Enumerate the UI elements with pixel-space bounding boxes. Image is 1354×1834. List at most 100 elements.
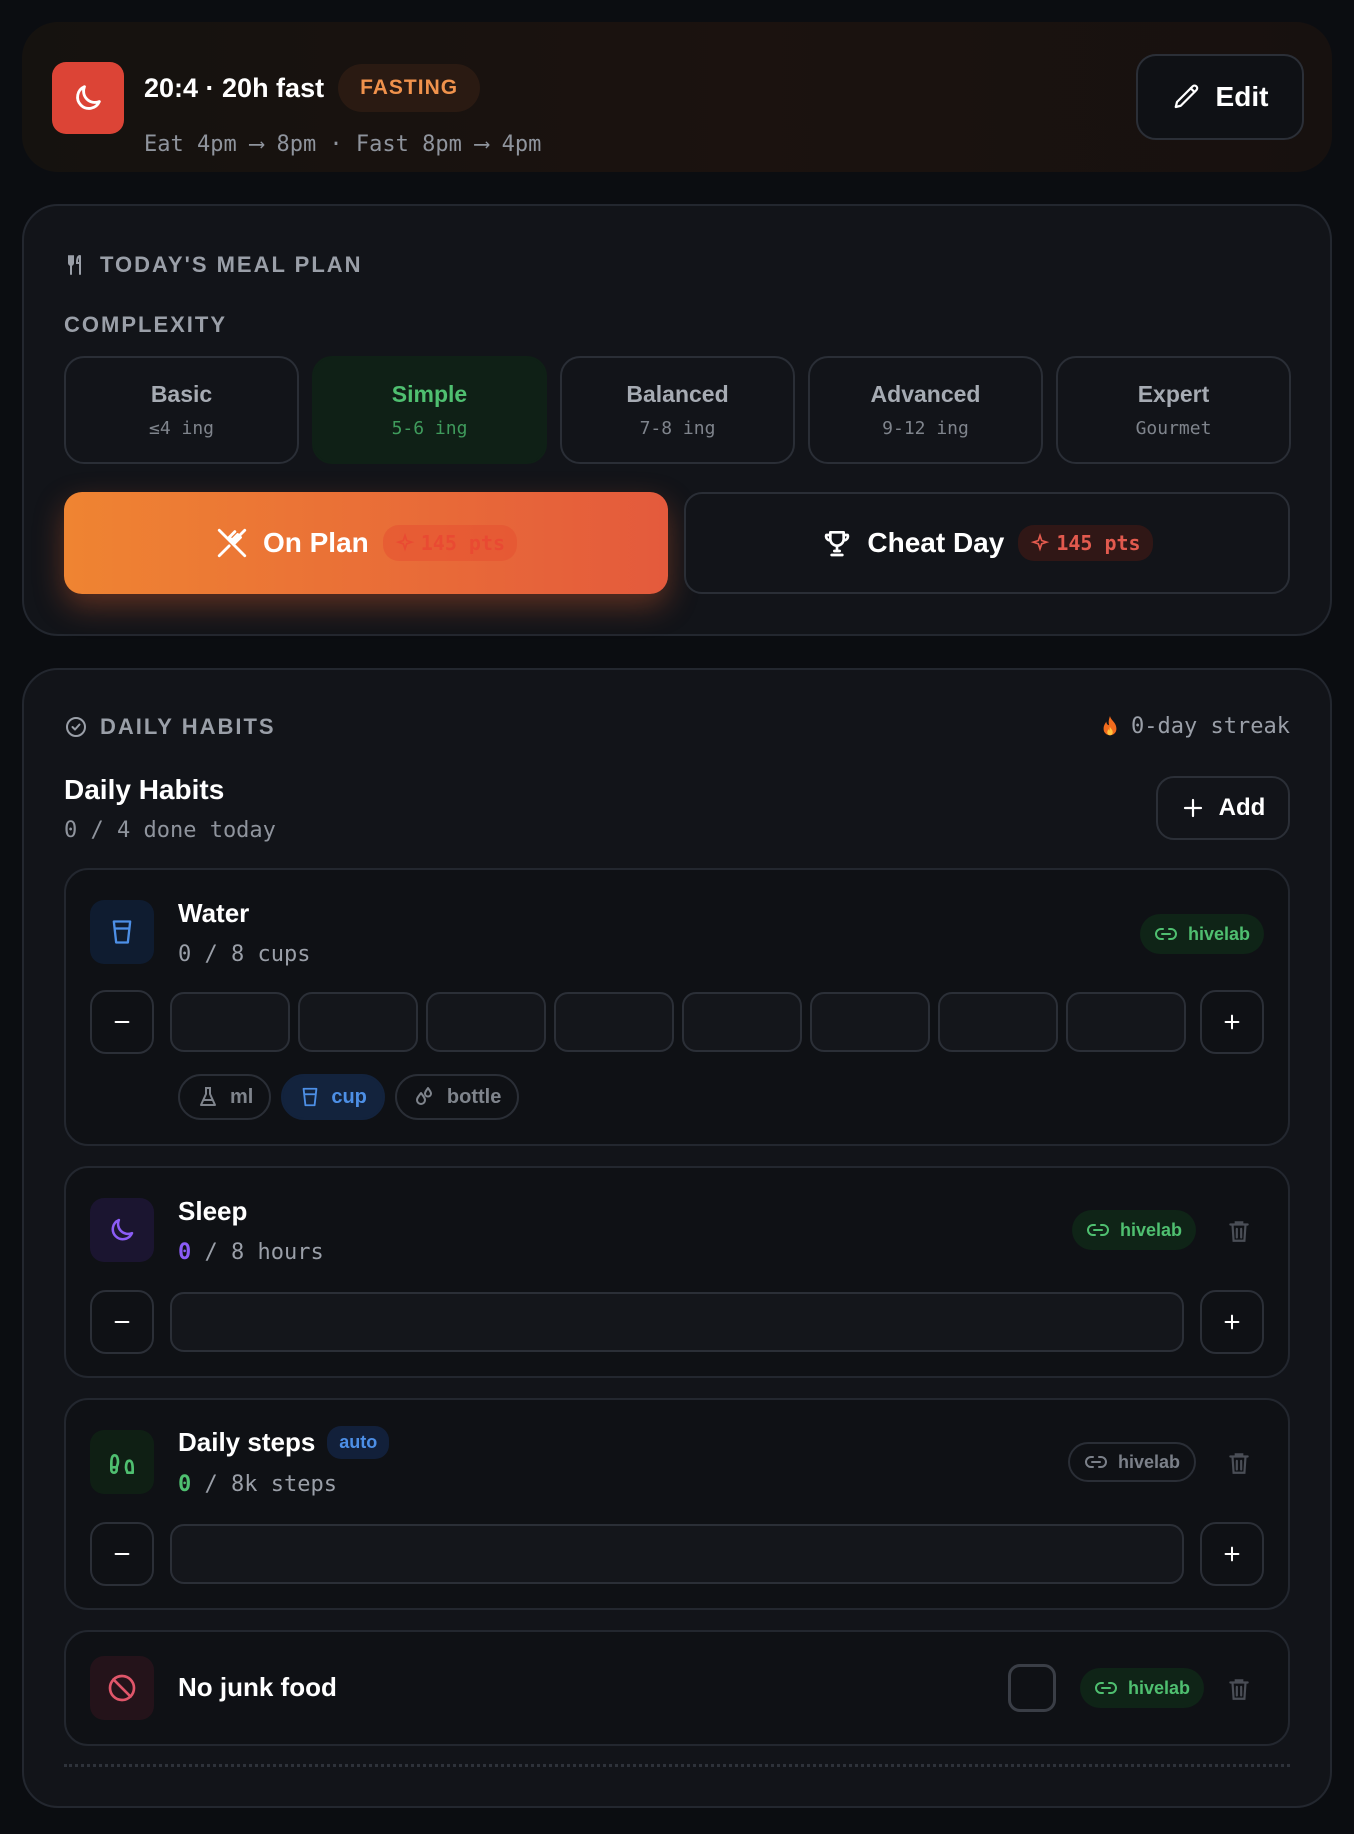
- water-icon-badge: [90, 900, 154, 964]
- hivelab-link[interactable]: hivelab: [1067, 1442, 1196, 1482]
- minus-icon: [114, 1320, 130, 1324]
- plus-icon: [1183, 798, 1202, 818]
- hivelab-label: hivelab: [1117, 1451, 1180, 1472]
- progress-value: 0: [178, 1240, 192, 1265]
- habits-section-label: DAILY HABITS: [100, 714, 276, 739]
- habit-name-row: Daily steps auto: [178, 1426, 390, 1459]
- plan-choice-row: On Plan 145 pts Cheat Day 145 pts: [64, 492, 1290, 594]
- minus-icon: [114, 1020, 130, 1024]
- streak-label: 0-day streak: [1131, 714, 1290, 739]
- habit-checkbox[interactable]: [1008, 1664, 1056, 1712]
- habit-progress: 0 / 8 cups: [178, 942, 311, 967]
- cup-slot[interactable]: [1066, 992, 1186, 1052]
- complexity-detail: ≤4 ing: [148, 418, 215, 439]
- cup-slot[interactable]: [682, 992, 802, 1052]
- sleep-progress-bar[interactable]: [170, 1292, 1184, 1352]
- unit-bottle[interactable]: bottle: [394, 1074, 520, 1120]
- steps-progress-bar[interactable]: [170, 1524, 1184, 1584]
- cup-slot[interactable]: [426, 992, 546, 1052]
- complexity-simple[interactable]: Simple 5-6 ing: [312, 356, 547, 464]
- complexity-balanced[interactable]: Balanced 7-8 ing: [560, 356, 795, 464]
- fasting-title-row: 20:4 · 20h fast FASTING: [144, 64, 481, 112]
- delete-button[interactable]: [1224, 1214, 1254, 1248]
- trash-icon: [1229, 1679, 1249, 1700]
- cheat-day-points: 145 pts: [1018, 525, 1153, 561]
- complexity-advanced[interactable]: Advanced 9-12 ing: [808, 356, 1043, 464]
- glass-icon: [112, 920, 132, 944]
- meal-plan-heading: TODAY'S MEAL PLAN: [64, 252, 363, 278]
- link-icon: [1085, 1456, 1107, 1468]
- moon-icon: [111, 1218, 134, 1241]
- cup-slot[interactable]: [298, 992, 418, 1052]
- decrement-button[interactable]: [90, 1290, 154, 1354]
- sparkle-icon: [1031, 533, 1050, 552]
- increment-button[interactable]: [1200, 1290, 1264, 1354]
- flask-icon: [200, 1087, 216, 1106]
- habit-progress: 0 / 8k steps: [178, 1472, 337, 1497]
- hivelab-link[interactable]: hivelab: [1071, 1210, 1196, 1250]
- cheat-day-label: Cheat Day: [867, 527, 1005, 558]
- habit-name: Water: [178, 898, 250, 928]
- progress-target: / 8 hours: [191, 1240, 324, 1265]
- unit-cup[interactable]: cup: [281, 1074, 385, 1120]
- moon-icon: [76, 85, 101, 110]
- unit-label: bottle: [446, 1085, 502, 1108]
- complexity-detail: 5-6 ing: [391, 418, 468, 439]
- add-habit-button[interactable]: Add: [1156, 776, 1290, 840]
- plus-icon: [1224, 1014, 1240, 1030]
- fasting-banner: 20:4 · 20h fast FASTING Eat 4pm ⟶ 8pm · …: [22, 22, 1332, 172]
- habits-summary: 0 / 4 done today: [64, 818, 276, 843]
- habit-water: Water 0 / 8 cups hivelab ml cup bottle: [64, 868, 1290, 1146]
- utensils-icon: [68, 255, 81, 275]
- trash-icon: [1229, 1221, 1249, 1242]
- trash-icon: [1229, 1453, 1249, 1474]
- check-circle-icon: [66, 717, 86, 737]
- plus-icon: [1224, 1314, 1240, 1330]
- ban-icon: [108, 1674, 136, 1702]
- increment-button[interactable]: [1200, 990, 1264, 1054]
- hivelab-link[interactable]: hivelab: [1079, 1668, 1204, 1708]
- decrement-button[interactable]: [90, 1522, 154, 1586]
- cup-slot[interactable]: [938, 992, 1058, 1052]
- sleep-icon-badge: [90, 1198, 154, 1262]
- minus-icon: [114, 1552, 130, 1556]
- meal-plan-label: TODAY'S MEAL PLAN: [100, 252, 363, 277]
- footprints-icon: [110, 1454, 134, 1474]
- habit-progress: 0 / 8 hours: [178, 1240, 324, 1265]
- complexity-selector: Basic ≤4 ing Simple 5-6 ing Balanced 7-8…: [64, 356, 1291, 464]
- complexity-detail: 7-8 ing: [639, 418, 716, 439]
- pencil-icon: [1174, 84, 1198, 109]
- unit-ml[interactable]: ml: [178, 1074, 272, 1120]
- utensils-crossed-icon: [217, 528, 247, 558]
- glass-icon: [303, 1087, 318, 1107]
- habit-daily-steps: Daily steps auto 0 / 8k steps hivelab: [64, 1398, 1290, 1610]
- cup-slot[interactable]: [554, 992, 674, 1052]
- complexity-expert[interactable]: Expert Gourmet: [1056, 356, 1291, 464]
- delete-button[interactable]: [1224, 1672, 1254, 1706]
- complexity-basic[interactable]: Basic ≤4 ing: [64, 356, 299, 464]
- edit-label: Edit: [1215, 81, 1269, 112]
- points-value: 145 pts: [1056, 531, 1141, 555]
- delete-button[interactable]: [1224, 1446, 1254, 1480]
- habits-title: Daily Habits: [64, 774, 225, 805]
- increment-button[interactable]: [1200, 1522, 1264, 1586]
- cheat-day-button[interactable]: Cheat Day 145 pts: [684, 492, 1290, 594]
- cup-slot[interactable]: [170, 992, 290, 1052]
- cup-slot[interactable]: [810, 992, 930, 1052]
- edit-button[interactable]: Edit: [1136, 54, 1304, 140]
- progress-value: 0: [178, 1472, 192, 1497]
- hivelab-link[interactable]: hivelab: [1139, 914, 1264, 954]
- fasting-status-badge: FASTING: [338, 64, 481, 112]
- on-plan-label: On Plan: [262, 527, 369, 558]
- decrement-button[interactable]: [90, 990, 154, 1054]
- hivelab-label: hivelab: [1127, 1677, 1190, 1698]
- complexity-name: Basic: [150, 381, 213, 407]
- hivelab-label: hivelab: [1119, 1219, 1182, 1240]
- complexity-name: Balanced: [626, 381, 729, 407]
- on-plan-points: 145 pts: [382, 525, 518, 561]
- on-plan-button[interactable]: On Plan 145 pts: [64, 492, 668, 594]
- complexity-name: Advanced: [870, 381, 981, 407]
- complexity-detail: Gourmet: [1135, 418, 1212, 439]
- steps-icon-badge: [90, 1430, 154, 1494]
- fasting-title: 20:4 · 20h fast: [144, 72, 325, 103]
